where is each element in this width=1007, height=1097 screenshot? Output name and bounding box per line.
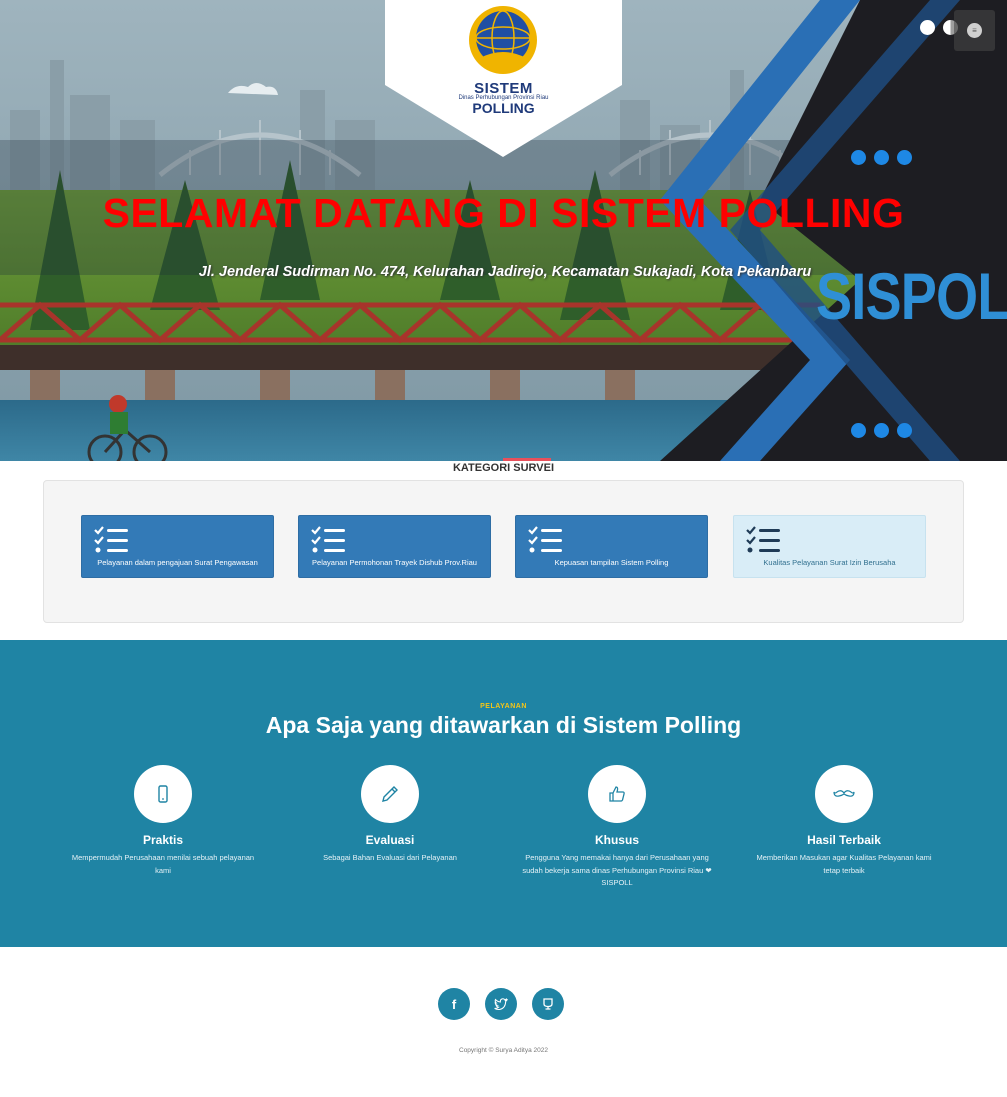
decorative-dots-bottom	[851, 423, 912, 438]
service-name: Hasil Terbaik	[807, 833, 881, 847]
logo-title-bottom: POLLING	[472, 100, 535, 116]
checklist-icon	[746, 526, 780, 553]
survey-card-label: Pelayanan Permohonan Trayek Dishub Prov.…	[312, 558, 477, 567]
menu-toggle-button[interactable]: ≡	[954, 10, 995, 51]
brand-wordmark: SISPOL	[816, 259, 1007, 333]
hero-title: SELAMAT DATANG DI SISTEM POLLING	[102, 190, 905, 236]
theme-switcher	[920, 20, 958, 35]
dot	[851, 423, 866, 438]
menu-icon: ≡	[967, 23, 982, 38]
survey-card-trayek[interactable]: Pelayanan Permohonan Trayek Dishub Prov.…	[298, 515, 491, 578]
thumbs-up-icon	[609, 786, 625, 802]
dot	[851, 150, 866, 165]
copyright-text: Copyright © Surya Aditya 2022	[459, 1047, 548, 1054]
services-title: Apa Saja yang ditawarkan di Sistem Polli…	[265, 712, 742, 738]
service-item-praktis: Praktis Mempermudah Perusahaan menilai s…	[63, 765, 263, 877]
services-eyebrow: PELAYANAN	[480, 703, 527, 710]
survey-category-panel: Pelayanan dalam pengajuan Surat Pengawas…	[43, 480, 964, 623]
service-description: Sebagai Bahan Evaluasi dari Pelayanan	[323, 853, 457, 862]
pencil-icon	[382, 786, 398, 802]
survey-card-label: Pelayanan dalam pengajuan Surat Pengawas…	[97, 558, 258, 567]
service-item-khusus: Khusus Pengguna Yang memakai hanya dari …	[517, 765, 717, 890]
service-description: Pengguna Yang memakai hanya dari Perusah…	[522, 853, 712, 887]
dot	[897, 423, 912, 438]
service-item-evaluasi: Evaluasi Sebagai Bahan Evaluasi dari Pel…	[290, 765, 490, 865]
service-item-hasil-terbaik: Hasil Terbaik Memberikan Masukan agar Ku…	[744, 765, 944, 877]
service-name: Praktis	[142, 833, 184, 847]
checklist-icon	[528, 526, 562, 553]
survey-card-kepuasan-tampilan[interactable]: Kepuasan tampilan Sistem Polling	[515, 515, 708, 578]
service-icon-circle	[134, 765, 192, 823]
mustache-icon	[833, 790, 855, 797]
survey-card-label: Kualitas Pelayanan Surat Izin Berusaha	[763, 558, 896, 567]
twitter-icon[interactable]	[485, 988, 517, 1020]
survey-card-izin-berusaha[interactable]: Kualitas Pelayanan Surat Izin Berusaha	[733, 515, 926, 578]
dot	[897, 150, 912, 165]
hero-banner: SISTEM Dinas Perhubungan Provinsi Riau P…	[0, 0, 1007, 461]
social-links: f	[438, 988, 564, 1020]
service-name: Khusus	[594, 833, 639, 847]
service-icon-circle	[588, 765, 646, 823]
service-description: Mempermudah Perusahaan menilai sebuah pe…	[71, 853, 255, 875]
phone-icon	[158, 785, 168, 803]
service-name: Evaluasi	[365, 833, 415, 847]
cup-glyph	[543, 998, 553, 1010]
survey-card-surat-pengawasan[interactable]: Pelayanan dalam pengajuan Surat Pengawas…	[81, 515, 274, 578]
decorative-dots-top	[851, 150, 912, 165]
dribbble-icon[interactable]	[532, 988, 564, 1020]
checklist-icon	[94, 526, 128, 553]
checklist-icon	[311, 526, 345, 553]
service-icon-circle	[361, 765, 419, 823]
light-theme-button[interactable]	[920, 20, 935, 35]
facebook-icon[interactable]: f	[438, 988, 470, 1020]
survey-category-title: KATEGORI SURVEI	[452, 462, 555, 474]
twitter-bird-glyph	[494, 998, 508, 1010]
services-section: PELAYANAN Apa Saja yang ditawarkan di Si…	[0, 640, 1007, 947]
service-icon-circle	[815, 765, 873, 823]
survey-card-label: Kepuasan tampilan Sistem Polling	[554, 558, 669, 567]
dot	[874, 423, 889, 438]
dot	[874, 150, 889, 165]
page: SISTEM Dinas Perhubungan Provinsi Riau P…	[0, 0, 1007, 1097]
hero-address: Jl. Jenderal Sudirman No. 474, Kelurahan…	[198, 264, 812, 280]
service-description: Memberikan Masukan agar Kualitas Pelayan…	[756, 853, 932, 875]
